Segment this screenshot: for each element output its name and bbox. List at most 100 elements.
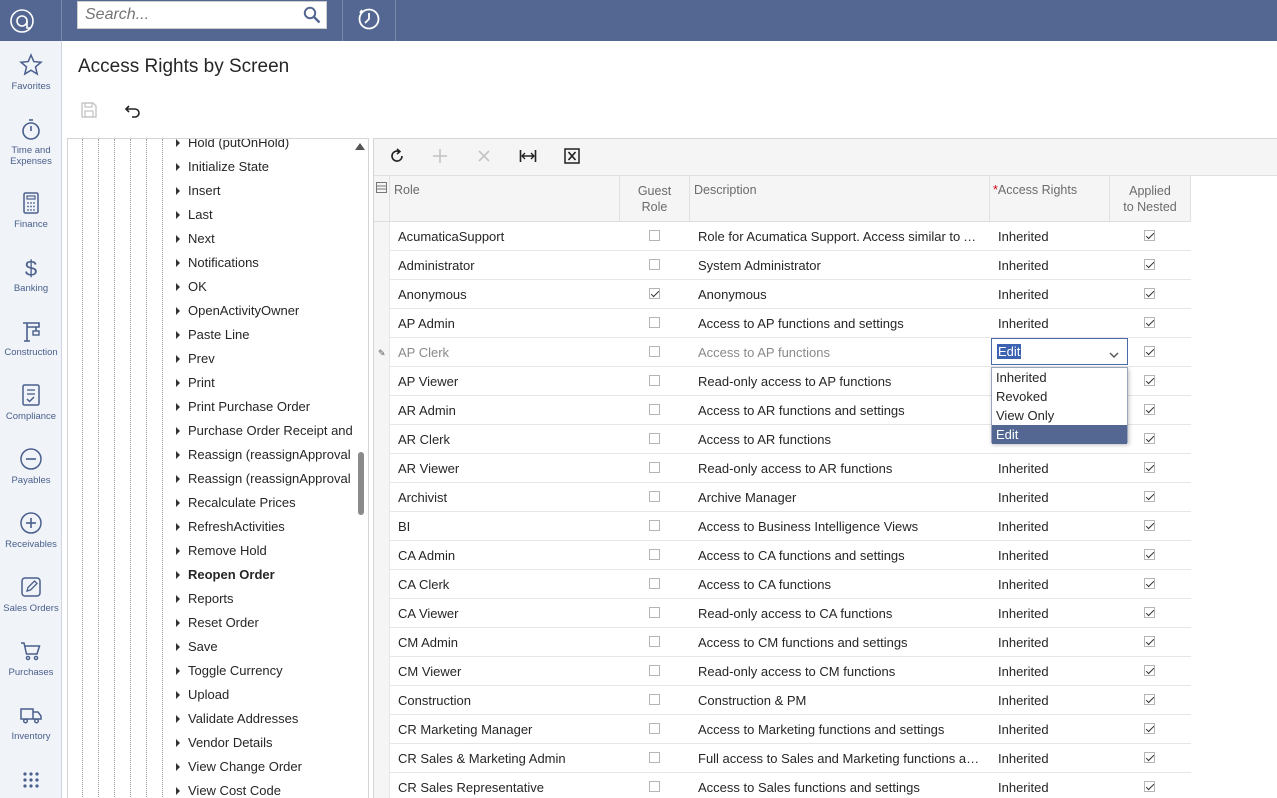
guest-role-checkbox[interactable] xyxy=(649,578,660,589)
applied-to-nested-checkbox[interactable] xyxy=(1144,346,1155,357)
access-rights-cell[interactable]: Inherited xyxy=(998,309,1108,338)
applied-to-nested-checkbox[interactable] xyxy=(1144,462,1155,473)
tree-item[interactable]: Print Purchase Order xyxy=(176,395,358,419)
nav-item-time-expenses[interactable]: Time and Expenses xyxy=(0,117,62,177)
access-rights-cell[interactable]: Inherited xyxy=(998,251,1108,280)
screen-tree[interactable]: Hold (putOnHold) Initialize State Insert La… xyxy=(67,138,369,798)
expand-arrow-icon[interactable] xyxy=(176,570,180,579)
add-row-button[interactable] xyxy=(431,148,449,166)
guest-role-checkbox[interactable] xyxy=(649,781,660,792)
tree-item[interactable]: Last xyxy=(176,203,358,227)
tree-item[interactable]: View Change Order xyxy=(176,755,358,779)
description-cell[interactable]: Access to CA functions xyxy=(698,570,980,599)
applied-to-nested-checkbox[interactable] xyxy=(1144,665,1155,676)
description-cell[interactable]: Role for Acumatica Support. Access simil… xyxy=(698,222,980,251)
applied-to-nested-checkbox[interactable] xyxy=(1144,375,1155,386)
applied-to-nested-checkbox[interactable] xyxy=(1144,781,1155,792)
description-cell[interactable]: Access to AP functions and settings xyxy=(698,309,980,338)
applied-to-nested-checkbox[interactable] xyxy=(1144,317,1155,328)
guest-role-checkbox[interactable] xyxy=(649,607,660,618)
applied-to-nested-checkbox[interactable] xyxy=(1144,288,1155,299)
nav-item-inventory[interactable]: Inventory xyxy=(0,703,62,763)
guest-role-checkbox[interactable] xyxy=(649,491,660,502)
description-cell[interactable]: Access to Sales functions and settings xyxy=(698,773,980,798)
expand-arrow-icon[interactable] xyxy=(176,186,180,195)
role-cell[interactable]: CA Viewer xyxy=(398,599,616,628)
expand-arrow-icon[interactable] xyxy=(176,546,180,555)
expand-arrow-icon[interactable] xyxy=(176,306,180,315)
guest-role-checkbox[interactable] xyxy=(649,723,660,734)
description-cell[interactable]: Read-only access to AR functions xyxy=(698,454,980,483)
tree-item[interactable]: Reports xyxy=(176,587,358,611)
table-row[interactable]: CM Admin Access to CM functions and setti… xyxy=(374,628,1191,657)
tree-item[interactable]: Recalculate Prices xyxy=(176,491,358,515)
save-button[interactable] xyxy=(80,101,98,119)
description-cell[interactable]: Access to AP functions xyxy=(698,338,980,367)
applied-to-nested-checkbox[interactable] xyxy=(1144,636,1155,647)
export-excel-button[interactable] xyxy=(563,147,581,166)
table-row[interactable]: CA Admin Access to CA functions and setti… xyxy=(374,541,1191,570)
tree-item[interactable]: OK xyxy=(176,275,358,299)
role-cell[interactable]: Anonymous xyxy=(398,280,616,309)
history-button[interactable] xyxy=(343,0,395,41)
tree-item[interactable]: Reopen Order xyxy=(176,563,358,587)
nav-item-compliance[interactable]: Compliance xyxy=(0,383,62,443)
guest-role-checkbox[interactable] xyxy=(649,520,660,531)
row-selector[interactable] xyxy=(374,541,390,570)
tree-item[interactable]: Reassign (reassignApproval xyxy=(176,467,358,491)
description-cell[interactable]: Read-only access to CM functions xyxy=(698,657,980,686)
table-row[interactable]: Anonymous Anonymous Inherited xyxy=(374,280,1191,309)
guest-role-checkbox[interactable] xyxy=(649,694,660,705)
role-cell[interactable]: AP Clerk xyxy=(398,338,616,367)
acumatica-logo-icon[interactable] xyxy=(0,0,44,41)
row-selector[interactable] xyxy=(374,657,390,686)
column-header-guest-role[interactable]: Guest Role xyxy=(620,176,690,222)
description-cell[interactable]: Read-only access to AP functions xyxy=(698,367,980,396)
expand-arrow-icon[interactable] xyxy=(176,378,180,387)
guest-role-checkbox[interactable] xyxy=(649,259,660,270)
expand-arrow-icon[interactable] xyxy=(176,450,180,459)
tree-item[interactable]: Save xyxy=(176,635,358,659)
expand-arrow-icon[interactable] xyxy=(176,666,180,675)
description-cell[interactable]: Archive Manager xyxy=(698,483,980,512)
row-selector[interactable] xyxy=(374,599,390,628)
role-cell[interactable]: CA Clerk xyxy=(398,570,616,599)
applied-to-nested-checkbox[interactable] xyxy=(1144,549,1155,560)
tree-item[interactable]: Insert xyxy=(176,179,358,203)
tree-item[interactable]: OpenActivityOwner xyxy=(176,299,358,323)
guest-role-checkbox[interactable] xyxy=(649,752,660,763)
applied-to-nested-checkbox[interactable] xyxy=(1144,578,1155,589)
guest-role-checkbox[interactable] xyxy=(649,317,660,328)
undo-button[interactable] xyxy=(123,100,143,120)
description-cell[interactable]: Full access to Sales and Marketing funct… xyxy=(698,744,980,773)
role-cell[interactable]: CM Admin xyxy=(398,628,616,657)
guest-role-checkbox[interactable] xyxy=(649,433,660,444)
access-rights-cell[interactable]: Inherited xyxy=(998,599,1108,628)
access-rights-cell[interactable]: Inherited xyxy=(998,570,1108,599)
guest-role-checkbox[interactable] xyxy=(649,404,660,415)
tree-item[interactable]: Paste Line xyxy=(176,323,358,347)
table-row[interactable]: AR Viewer Read-only access to AR function… xyxy=(374,454,1191,483)
nav-item-payables[interactable]: Payables xyxy=(0,447,62,507)
tree-item[interactable]: Validate Addresses xyxy=(176,707,358,731)
expand-arrow-icon[interactable] xyxy=(176,258,180,267)
expand-arrow-icon[interactable] xyxy=(176,738,180,747)
role-cell[interactable]: Archivist xyxy=(398,483,616,512)
tree-item[interactable]: Reset Order xyxy=(176,611,358,635)
guest-role-checkbox[interactable] xyxy=(649,230,660,241)
access-rights-select[interactable]: Edit xyxy=(991,338,1128,365)
table-row[interactable]: CR Marketing Manager Access to Marketing … xyxy=(374,715,1191,744)
tree-item[interactable]: Upload xyxy=(176,683,358,707)
row-selector[interactable] xyxy=(374,483,390,512)
table-row[interactable]: CM Viewer Read-only access to CM function… xyxy=(374,657,1191,686)
description-cell[interactable]: Access to CA functions and settings xyxy=(698,541,980,570)
nav-item-receivables[interactable]: Receivables xyxy=(0,511,62,571)
expand-arrow-icon[interactable] xyxy=(176,474,180,483)
access-rights-cell[interactable]: Inherited xyxy=(998,715,1108,744)
role-cell[interactable]: AR Viewer xyxy=(398,454,616,483)
access-option[interactable]: Inherited xyxy=(992,368,1127,387)
expand-arrow-icon[interactable] xyxy=(176,210,180,219)
access-rights-cell[interactable]: Inherited xyxy=(998,483,1108,512)
row-selector[interactable] xyxy=(374,686,390,715)
table-row[interactable]: CA Clerk Access to CA functions Inherited xyxy=(374,570,1191,599)
